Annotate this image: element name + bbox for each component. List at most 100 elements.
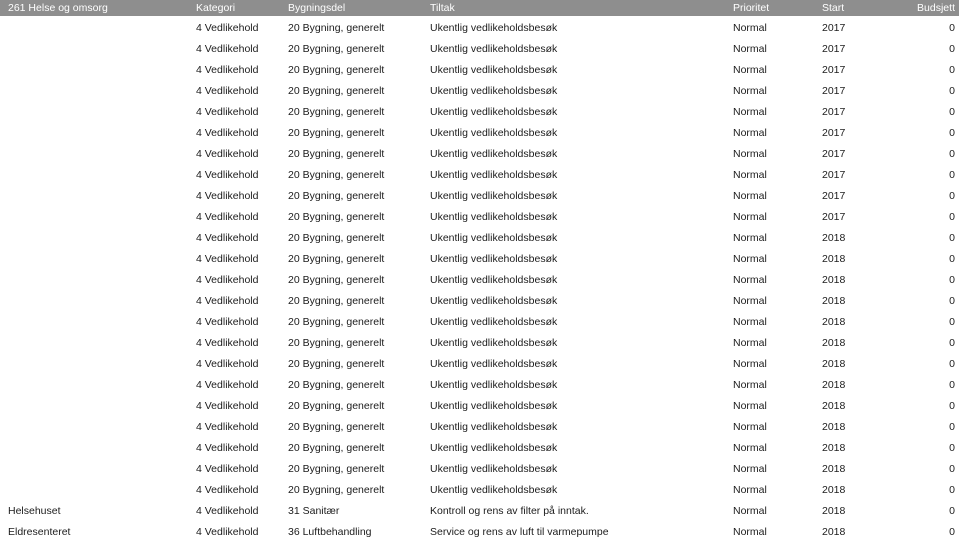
cell-bygningsdel: 20 Bygning, generelt xyxy=(288,190,385,202)
table-row[interactable]: 4 Vedlikehold 20 Bygning, generelt Ukentli… xyxy=(0,102,959,123)
table-row[interactable]: 4 Vedlikehold 20 Bygning, generelt Ukentli… xyxy=(0,39,959,60)
cell-tiltak: Ukentlig vedlikeholdsbesøk xyxy=(430,295,558,307)
cell-kategori: 4 Vedlikehold xyxy=(196,43,259,55)
cell-bygningsdel: 20 Bygning, generelt xyxy=(288,169,385,181)
cell-tiltak: Ukentlig vedlikeholdsbesøk xyxy=(430,316,558,328)
table-row[interactable]: 4 Vedlikehold 20 Bygning, generelt Ukentli… xyxy=(0,438,959,459)
cell-tiltak: Ukentlig vedlikeholdsbesøk xyxy=(430,85,558,97)
cell-kategori: 4 Vedlikehold xyxy=(196,148,259,160)
cell-building xyxy=(8,354,188,375)
cell-bygningsdel: 20 Bygning, generelt xyxy=(288,127,385,139)
table-row[interactable]: 4 Vedlikehold 20 Bygning, generelt Ukentli… xyxy=(0,417,959,438)
table-row[interactable]: 4 Vedlikehold 20 Bygning, generelt Ukentli… xyxy=(0,186,959,207)
cell-prioritet: Normal xyxy=(733,85,767,97)
table-row[interactable]: 4 Vedlikehold 20 Bygning, generelt Ukentli… xyxy=(0,249,959,270)
cell-prioritet: Normal xyxy=(733,190,767,202)
cell-budsjett: 0 xyxy=(949,43,955,55)
cell-prioritet: Normal xyxy=(733,127,767,139)
cell-budsjett: 0 xyxy=(949,232,955,244)
cell-budsjett: 0 xyxy=(949,463,955,475)
cell-bygningsdel: 20 Bygning, generelt xyxy=(288,106,385,118)
cell-building xyxy=(8,228,188,249)
cell-building xyxy=(8,18,188,39)
column-header-kategori[interactable]: Kategori xyxy=(196,0,282,16)
cell-kategori: 4 Vedlikehold xyxy=(196,463,259,475)
cell-bygningsdel: 20 Bygning, generelt xyxy=(288,316,385,328)
table-row[interactable]: 4 Vedlikehold 20 Bygning, generelt Ukentli… xyxy=(0,207,959,228)
cell-kategori: 4 Vedlikehold xyxy=(196,274,259,286)
table-row[interactable]: 4 Vedlikehold 20 Bygning, generelt Ukentli… xyxy=(0,396,959,417)
table-row[interactable]: 4 Vedlikehold 20 Bygning, generelt Ukentli… xyxy=(0,144,959,165)
table-row[interactable]: 4 Vedlikehold 20 Bygning, generelt Ukentli… xyxy=(0,81,959,102)
cell-building xyxy=(8,144,188,165)
table-row[interactable]: 4 Vedlikehold 20 Bygning, generelt Ukentli… xyxy=(0,459,959,480)
table-row[interactable]: 4 Vedlikehold 20 Bygning, generelt Ukentli… xyxy=(0,333,959,354)
cell-building xyxy=(8,291,188,312)
cell-prioritet: Normal xyxy=(733,253,767,265)
cell-prioritet: Normal xyxy=(733,22,767,34)
cell-tiltak: Ukentlig vedlikeholdsbesøk xyxy=(430,169,558,181)
cell-bygningsdel: 20 Bygning, generelt xyxy=(288,274,385,286)
cell-budsjett: 0 xyxy=(949,295,955,307)
table-row[interactable]: 4 Vedlikehold 20 Bygning, generelt Ukentli… xyxy=(0,123,959,144)
cell-budsjett: 0 xyxy=(949,190,955,202)
table-row[interactable]: Eldresenteret 4 Vedlikehold 36 Luftbehandl… xyxy=(0,522,959,543)
cell-prioritet: Normal xyxy=(733,211,767,223)
column-header-prioritet[interactable]: Prioritet xyxy=(733,0,813,16)
cell-building xyxy=(8,459,188,480)
cell-building xyxy=(8,396,188,417)
table-row[interactable]: 4 Vedlikehold 20 Bygning, generelt Ukentli… xyxy=(0,480,959,501)
cell-prioritet: Normal xyxy=(733,148,767,160)
table-row[interactable]: 4 Vedlikehold 20 Bygning, generelt Ukentli… xyxy=(0,18,959,39)
cell-building xyxy=(8,165,188,186)
column-header-tiltak[interactable]: Tiltak xyxy=(430,0,725,16)
cell-tiltak: Ukentlig vedlikeholdsbesøk xyxy=(430,421,558,433)
cell-budsjett: 0 xyxy=(949,64,955,76)
cell-bygningsdel: 20 Bygning, generelt xyxy=(288,64,385,76)
cell-prioritet: Normal xyxy=(733,232,767,244)
table-row[interactable]: 4 Vedlikehold 20 Bygning, generelt Ukentli… xyxy=(0,270,959,291)
cell-budsjett: 0 xyxy=(949,253,955,265)
cell-building xyxy=(8,438,188,459)
table-row[interactable]: 4 Vedlikehold 20 Bygning, generelt Ukentli… xyxy=(0,165,959,186)
cell-bygningsdel: 20 Bygning, generelt xyxy=(288,463,385,475)
column-header-budsjett[interactable]: Budsjett xyxy=(860,0,955,16)
cell-building xyxy=(8,123,188,144)
cell-prioritet: Normal xyxy=(733,526,767,538)
table-row[interactable]: 4 Vedlikehold 20 Bygning, generelt Ukentli… xyxy=(0,60,959,81)
cell-prioritet: Normal xyxy=(733,337,767,349)
table-row[interactable]: 4 Vedlikehold 20 Bygning, generelt Ukentli… xyxy=(0,375,959,396)
cell-kategori: 4 Vedlikehold xyxy=(196,526,259,538)
table-row[interactable]: 4 Vedlikehold 20 Bygning, generelt Ukentli… xyxy=(0,312,959,333)
cell-tiltak: Service og rens av luft til varmepumpe xyxy=(430,526,609,538)
cell-bygningsdel: 20 Bygning, generelt xyxy=(288,379,385,391)
cell-building xyxy=(8,417,188,438)
cell-bygningsdel: 20 Bygning, generelt xyxy=(288,295,385,307)
cell-budsjett: 0 xyxy=(949,169,955,181)
table-row[interactable]: 4 Vedlikehold 20 Bygning, generelt Ukentli… xyxy=(0,228,959,249)
cell-tiltak: Ukentlig vedlikeholdsbesøk xyxy=(430,400,558,412)
cell-budsjett: 0 xyxy=(949,316,955,328)
cell-tiltak: Ukentlig vedlikeholdsbesøk xyxy=(430,379,558,391)
cell-building xyxy=(8,60,188,81)
cell-building xyxy=(8,249,188,270)
cell-budsjett: 0 xyxy=(949,421,955,433)
cell-tiltak: Ukentlig vedlikeholdsbesøk xyxy=(430,148,558,160)
table-row[interactable]: 4 Vedlikehold 20 Bygning, generelt Ukentli… xyxy=(0,291,959,312)
cell-tiltak: Ukentlig vedlikeholdsbesøk xyxy=(430,232,558,244)
cell-prioritet: Normal xyxy=(733,463,767,475)
table-row[interactable]: 4 Vedlikehold 20 Bygning, generelt Ukentli… xyxy=(0,354,959,375)
cell-kategori: 4 Vedlikehold xyxy=(196,295,259,307)
cell-bygningsdel: 20 Bygning, generelt xyxy=(288,43,385,55)
cell-bygningsdel: 20 Bygning, generelt xyxy=(288,442,385,454)
cell-kategori: 4 Vedlikehold xyxy=(196,85,259,97)
cell-tiltak: Ukentlig vedlikeholdsbesøk xyxy=(430,484,558,496)
cell-bygningsdel: 20 Bygning, generelt xyxy=(288,211,385,223)
cell-bygningsdel: 20 Bygning, generelt xyxy=(288,421,385,433)
column-header-building: 261 Helse og omsorg xyxy=(8,2,108,14)
column-header-bygningsdel[interactable]: Bygningsdel xyxy=(288,0,426,16)
cell-kategori: 4 Vedlikehold xyxy=(196,400,259,412)
cell-building xyxy=(8,375,188,396)
cell-prioritet: Normal xyxy=(733,358,767,370)
cell-building xyxy=(8,312,188,333)
